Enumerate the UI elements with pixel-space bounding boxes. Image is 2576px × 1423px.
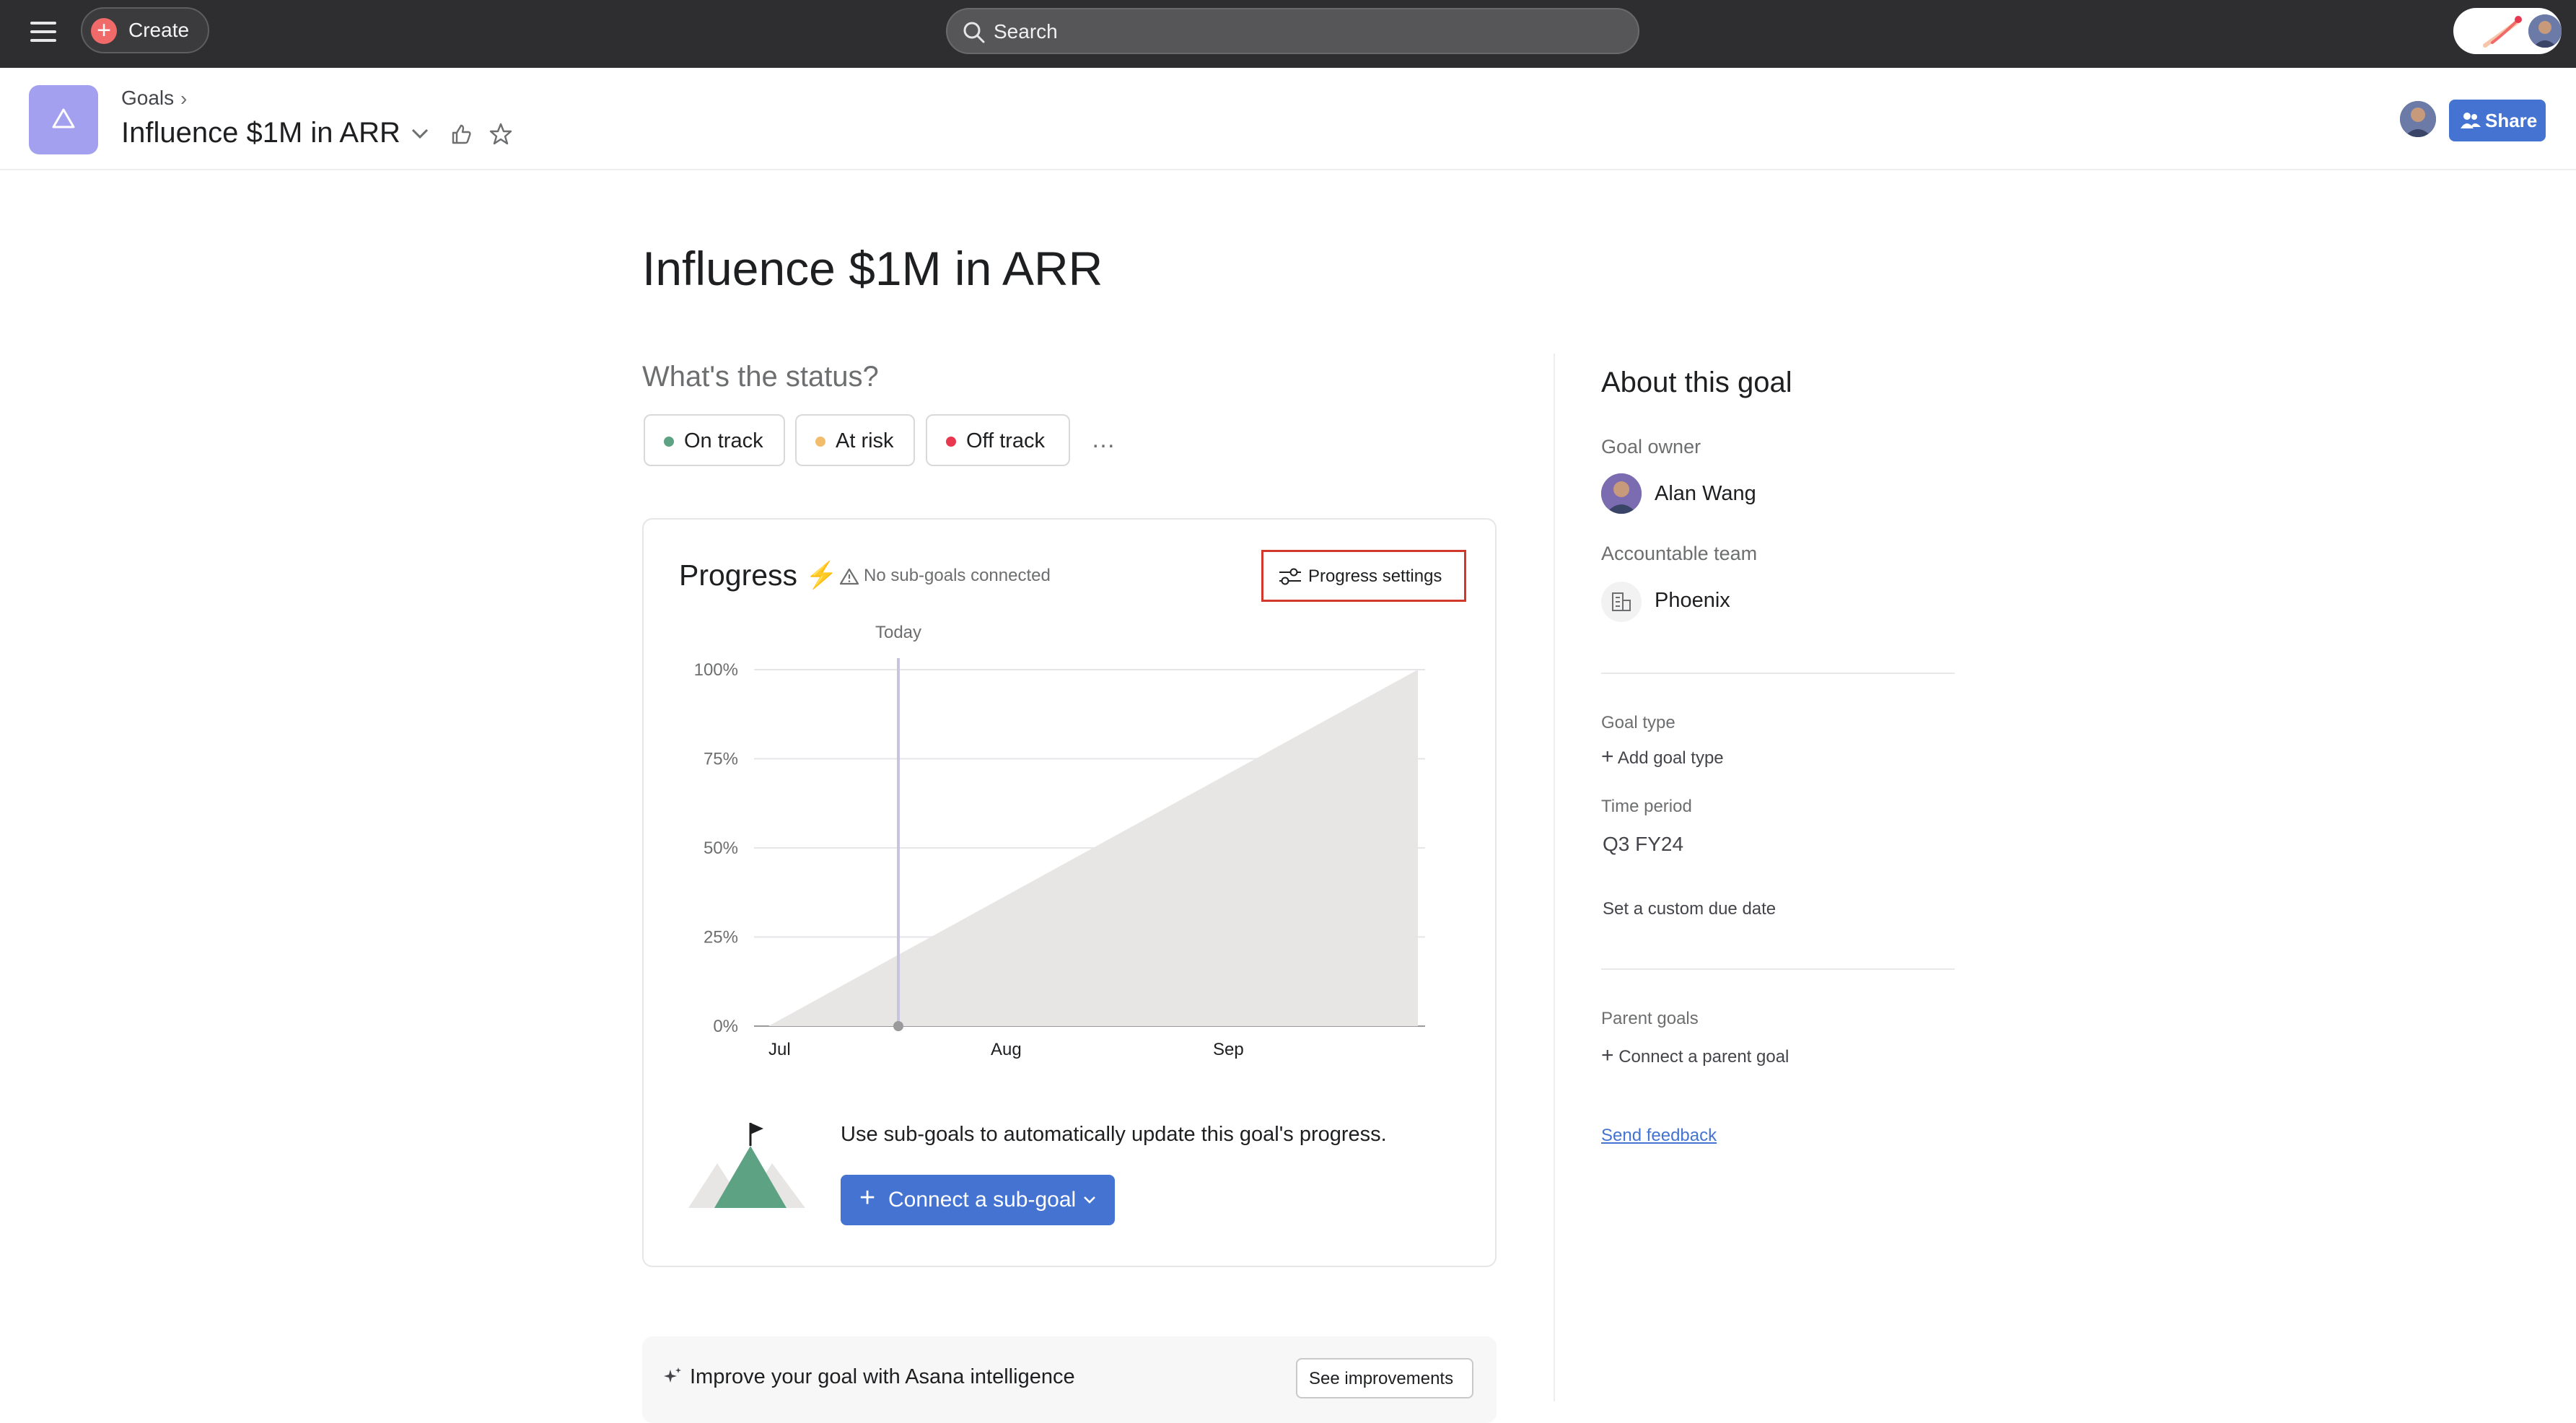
see-improvements-label: See improvements <box>1309 1369 1454 1388</box>
search-icon <box>963 22 985 43</box>
connect-subgoal-text: Use sub-goals to automatically update th… <box>841 1123 1387 1146</box>
goal-title[interactable]: Influence $1M in ARR <box>642 241 1103 296</box>
menu-icon[interactable] <box>30 22 56 43</box>
y-tick-label: 50% <box>704 839 738 858</box>
plus-icon: + <box>1601 745 1614 769</box>
star-icon[interactable] <box>488 121 514 147</box>
goal-type-label: Goal type <box>1601 713 1675 732</box>
intelligence-banner: Improve your goal with Asana intelligenc… <box>642 1336 1497 1423</box>
user-avatar[interactable] <box>2528 14 2562 48</box>
share-button[interactable]: Share <box>2449 100 2546 141</box>
plus-icon: + <box>859 1183 876 1213</box>
send-feedback-link[interactable]: Send feedback <box>1601 1126 1717 1146</box>
progress-title: Progress <box>679 559 798 592</box>
avatar-image <box>2400 101 2436 137</box>
no-subgoals-label: No sub-goals connected <box>864 566 1051 585</box>
add-goal-type-button[interactable]: + Add goal type <box>1601 745 1724 769</box>
sidebar-divider <box>1601 968 1955 970</box>
y-tick-label: 100% <box>694 660 738 680</box>
parent-goals-label: Parent goals <box>1601 1009 1699 1028</box>
owner-avatar[interactable] <box>1601 473 1642 514</box>
chevron-down-icon[interactable] <box>408 126 431 143</box>
create-label: Create <box>128 19 190 41</box>
time-period-label: Time period <box>1601 797 1692 816</box>
progress-settings-button[interactable]: Progress settings <box>1261 550 1466 602</box>
share-label: Share <box>2485 110 2538 131</box>
plus-icon: + <box>91 18 117 44</box>
breadcrumb-goals[interactable]: Goals <box>121 87 174 110</box>
accountable-team-label: Accountable team <box>1601 543 1758 564</box>
green-dot-icon <box>664 437 674 447</box>
mountain-flag-illustration <box>688 1123 805 1208</box>
search-placeholder: Search <box>994 20 1058 43</box>
add-goal-type-label: Add goal type <box>1617 748 1724 768</box>
see-improvements-button[interactable]: See improvements <box>1296 1358 1473 1398</box>
search-input[interactable]: Search <box>946 8 1639 54</box>
sparkle-icon <box>664 1367 681 1383</box>
about-title: About this goal <box>1601 367 1792 398</box>
goal-icon <box>29 85 98 154</box>
building-icon <box>1612 592 1631 611</box>
red-dot-icon <box>946 437 956 447</box>
member-avatar[interactable] <box>2400 101 2436 137</box>
status-on-track-button[interactable]: On track <box>644 414 785 466</box>
progress-settings-label: Progress settings <box>1308 566 1442 586</box>
status-off-track-button[interactable]: Off track <box>926 414 1070 466</box>
people-icon <box>2461 113 2481 128</box>
owner-name[interactable]: Alan Wang <box>1655 482 1756 506</box>
current-progress-point <box>893 1021 903 1031</box>
status-label: Off track <box>966 429 1046 452</box>
connect-subgoal-button[interactable]: + Connect a sub-goal <box>841 1175 1115 1225</box>
triangle-icon <box>52 108 75 128</box>
avatar-image <box>2528 14 2562 48</box>
status-label: On track <box>684 429 763 452</box>
sidebar-divider <box>1554 354 1555 1401</box>
y-tick-label: 25% <box>704 928 738 947</box>
set-custom-due-date-link[interactable]: Set a custom due date <box>1603 899 1776 919</box>
avatar-image <box>1601 473 1642 514</box>
goal-owner-label: Goal owner <box>1601 436 1701 457</box>
header-title[interactable]: Influence $1M in ARR <box>121 117 400 149</box>
x-tick-label: Aug <box>991 1040 1022 1059</box>
intelligence-label: Improve your goal with Asana intelligenc… <box>690 1365 1075 1388</box>
plus-icon: + <box>1601 1043 1614 1067</box>
more-options-icon[interactable]: … <box>1091 426 1117 454</box>
team-name[interactable]: Phoenix <box>1655 589 1730 613</box>
header-divider <box>0 169 2576 170</box>
y-tick-label: 75% <box>704 750 738 769</box>
x-tick-label: Sep <box>1213 1040 1244 1059</box>
chevron-down-icon <box>1084 1196 1095 1204</box>
sidebar-divider <box>1601 673 1955 674</box>
status-label: At risk <box>836 429 894 452</box>
lightning-icon[interactable]: ⚡ <box>805 560 838 590</box>
connect-parent-goal-label: Connect a parent goal <box>1618 1047 1789 1067</box>
trophy-celebration-icon <box>2483 16 2522 48</box>
today-label: Today <box>875 623 921 642</box>
like-icon[interactable] <box>447 121 473 147</box>
create-button[interactable]: + Create <box>81 7 209 53</box>
status-question: What's the status? <box>642 361 879 393</box>
connect-parent-goal-button[interactable]: + Connect a parent goal <box>1601 1043 1789 1068</box>
chevron-right-icon: › <box>180 87 188 110</box>
warning-icon <box>839 568 859 585</box>
connect-subgoal-label: Connect a sub-goal <box>888 1188 1077 1212</box>
y-tick-label: 0% <box>713 1017 738 1036</box>
progress-chart: 100% 75% 50% 25% 0% Jul Aug Sep Today <box>694 623 1425 1059</box>
yellow-dot-icon <box>815 437 825 447</box>
profile-menu[interactable] <box>2453 8 2562 54</box>
x-tick-label: Jul <box>768 1040 791 1059</box>
status-at-risk-button[interactable]: At risk <box>795 414 915 466</box>
time-period-value[interactable]: Q3 FY24 <box>1603 833 1683 856</box>
settings-sliders-icon <box>1279 568 1301 585</box>
team-icon <box>1601 582 1642 622</box>
